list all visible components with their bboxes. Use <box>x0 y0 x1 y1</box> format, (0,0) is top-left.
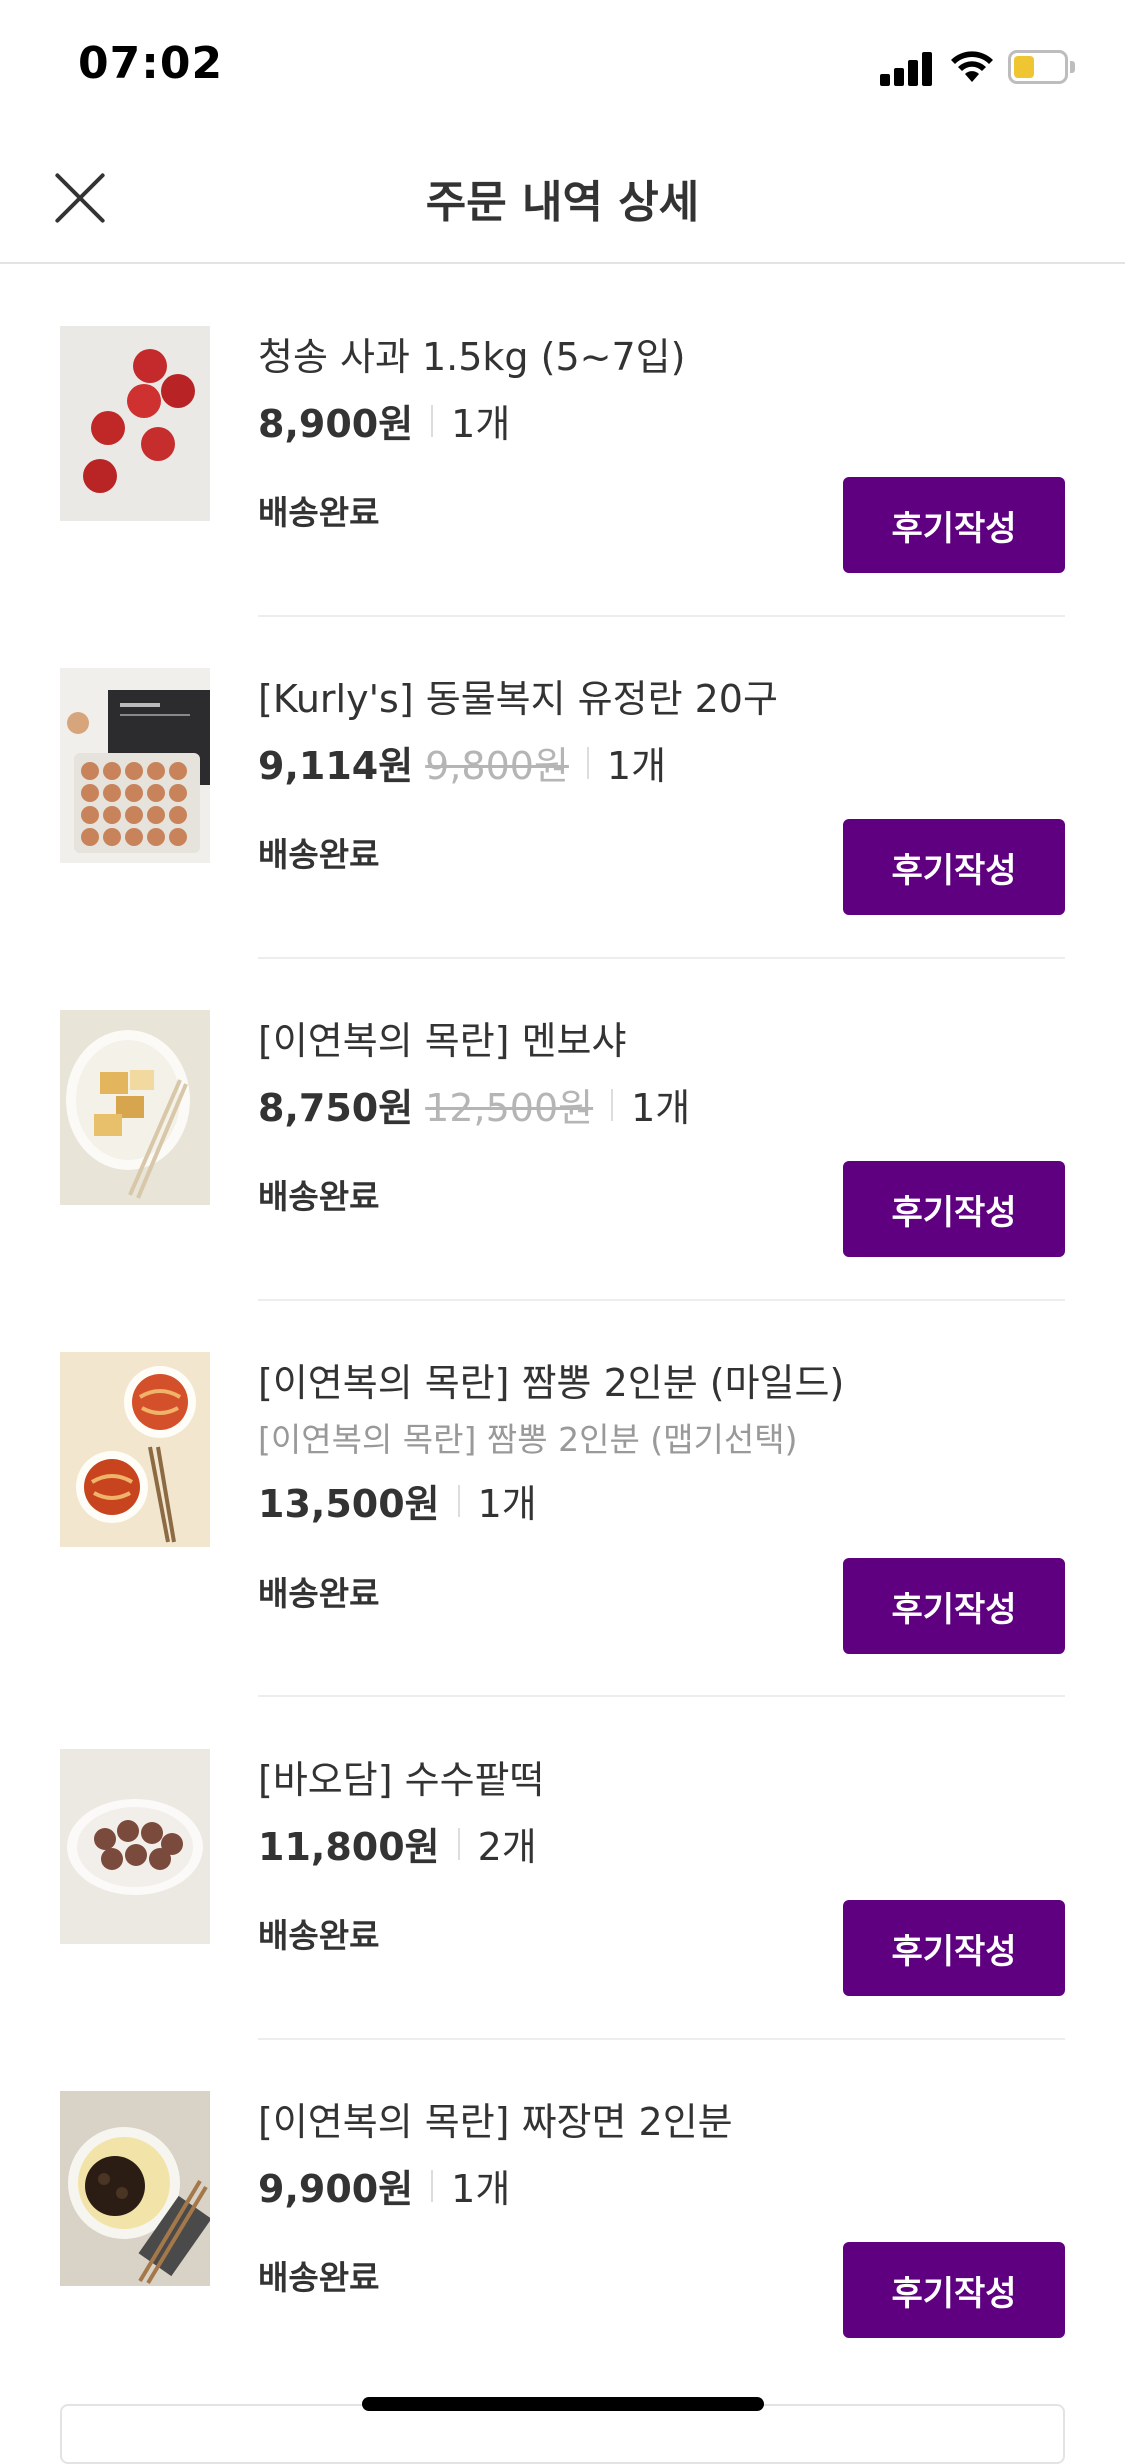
delivery-status: 배송완료 <box>258 493 380 532</box>
separator <box>586 746 589 779</box>
price: 8,750원 <box>258 1086 414 1130</box>
product-name: [이연복의 목란] 짜장면 2인분 <box>258 2100 733 2144</box>
product-thumbnail[interactable] <box>60 1352 210 1547</box>
order-item: [이연복의 목란] 짬뽕 2인분 (마일드) [이연복의 목란] 짬뽕 2인분 … <box>0 1290 1125 1697</box>
original-price: 12,500원 <box>425 1086 594 1130</box>
write-review-button[interactable]: 후기작성 <box>843 1900 1065 1996</box>
page-title: 주문 내역 상세 <box>425 177 700 228</box>
delivery-status: 배송완료 <box>258 1574 380 1613</box>
product-thumbnail[interactable] <box>60 326 210 521</box>
product-thumbnail[interactable] <box>60 1749 210 1944</box>
product-name: 청송 사과 1.5kg (5~7입) <box>258 335 686 379</box>
product-name: [바오담] 수수팥떡 <box>258 1758 545 1802</box>
quantity: 1개 <box>451 2167 511 2211</box>
price: 8,900원 <box>258 402 414 446</box>
separator <box>431 404 434 437</box>
separator <box>457 1827 460 1860</box>
order-item: [Kurly's] 동물복지 유정란 20구 9,114원 9,800원 1개 … <box>0 606 1125 959</box>
price-line: 9,114원 9,800원 1개 <box>258 735 1065 790</box>
quantity: 1개 <box>477 1482 537 1526</box>
write-review-button[interactable]: 후기작성 <box>843 2242 1065 2338</box>
price-line: 13,500원 1개 <box>258 1473 1065 1528</box>
original-price: 9,800원 <box>425 744 569 788</box>
quantity: 1개 <box>631 1086 691 1130</box>
price-line: 8,750원 12,500원 1개 <box>258 1077 1065 1132</box>
write-review-button[interactable]: 후기작성 <box>843 1161 1065 1257</box>
product-name: [이연복의 목란] 짬뽕 2인분 (마일드) <box>258 1361 845 1405</box>
separator <box>457 1484 460 1517</box>
status-bar: 07:02 <box>0 0 1125 130</box>
price: 9,900원 <box>258 2167 414 2211</box>
quantity: 2개 <box>477 1825 537 1869</box>
signal-icon <box>880 50 936 86</box>
delivery-status: 배송완료 <box>258 835 380 874</box>
status-time: 07:02 <box>78 38 224 89</box>
quantity: 1개 <box>606 744 667 788</box>
next-section-card <box>60 2404 1065 2464</box>
order-item: 청송 사과 1.5kg (5~7입) 8,900원 1개 배송완료 후기작성 <box>0 264 1125 617</box>
wifi-icon <box>951 51 993 82</box>
delivery-status: 배송완료 <box>258 2258 380 2297</box>
product-name: [이연복의 목란] 멘보샤 <box>258 1019 627 1063</box>
order-item: [이연복의 목란] 짜장면 2인분 9,900원 1개 배송완료 후기작성 <box>0 2029 1125 2371</box>
separator <box>431 2169 434 2202</box>
order-item: [이연복의 목란] 멘보샤 8,750원 12,500원 1개 배송완료 후기작… <box>0 948 1125 1301</box>
product-name: [Kurly's] 동물복지 유정란 20구 <box>258 677 778 721</box>
delivery-status: 배송완료 <box>258 1916 380 1955</box>
home-indicator[interactable] <box>362 2397 764 2411</box>
price: 9,114원 <box>258 744 414 788</box>
product-thumbnail[interactable] <box>60 1010 210 1205</box>
page-header: 주문 내역 상세 <box>0 130 1125 264</box>
price: 13,500원 <box>258 1482 440 1526</box>
product-option: [이연복의 목란] 짬뽕 2인분 (맵기선택) <box>258 1420 798 1459</box>
delivery-status: 배송완료 <box>258 1177 380 1216</box>
quantity: 1개 <box>451 402 511 446</box>
write-review-button[interactable]: 후기작성 <box>843 477 1065 573</box>
price-line: 11,800원 2개 <box>258 1816 1065 1871</box>
product-thumbnail[interactable] <box>60 668 210 863</box>
battery-icon <box>1008 50 1076 86</box>
write-review-button[interactable]: 후기작성 <box>843 1558 1065 1654</box>
order-item: [바오담] 수수팥떡 11,800원 2개 배송완료 후기작성 <box>0 1687 1125 2040</box>
product-thumbnail[interactable] <box>60 2091 210 2286</box>
separator <box>611 1088 614 1121</box>
price: 11,800원 <box>258 1825 440 1869</box>
price-line: 9,900원 1개 <box>258 2158 1065 2213</box>
price-line: 8,900원 1개 <box>258 393 1065 448</box>
write-review-button[interactable]: 후기작성 <box>843 819 1065 915</box>
